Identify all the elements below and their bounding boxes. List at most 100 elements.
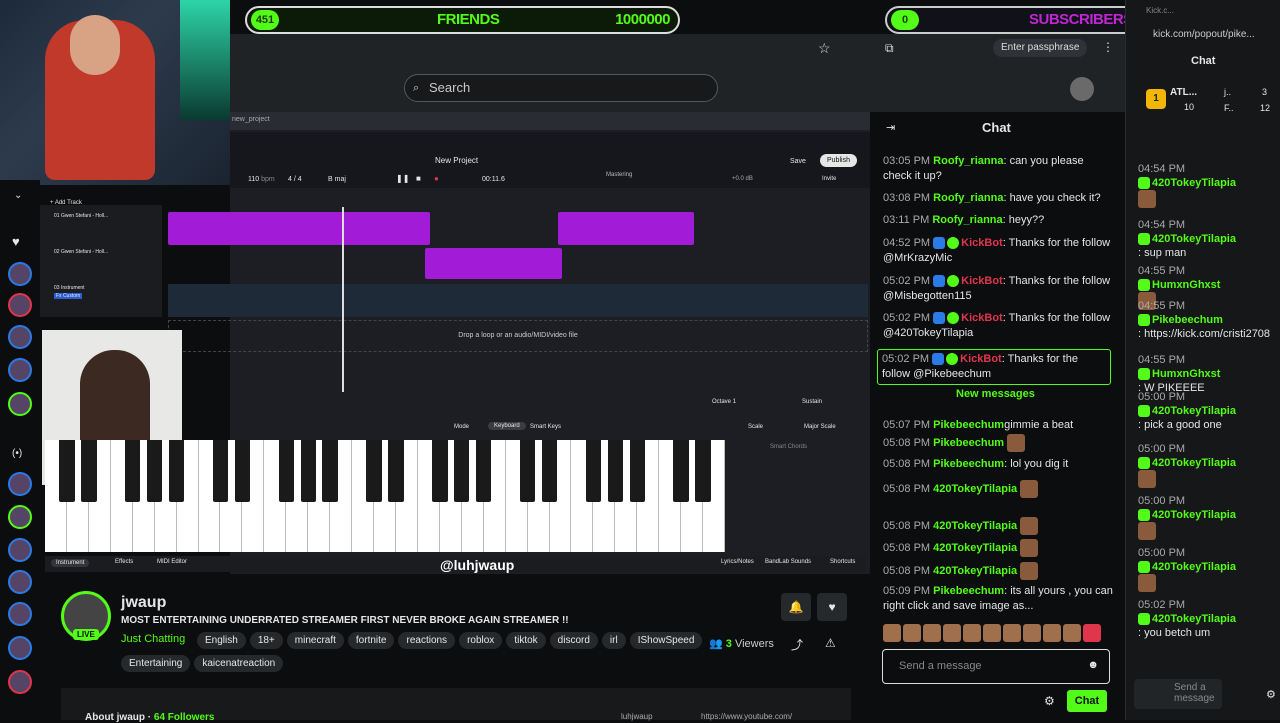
message-username[interactable]: 420TokeyTilapia — [933, 542, 1017, 554]
black-key[interactable] — [432, 440, 448, 502]
message-username[interactable]: Pikebeechum — [933, 585, 1004, 597]
tag-chip[interactable]: reactions — [398, 632, 456, 649]
message-username[interactable]: 420TokeyTilapia — [933, 565, 1017, 577]
track-header-3[interactable]: 03 Instrument — [54, 285, 85, 291]
message-username[interactable]: 420TokeyTilapia — [1152, 457, 1236, 469]
black-key[interactable] — [629, 440, 645, 502]
emote-icon[interactable] — [1003, 624, 1021, 642]
message-username[interactable]: Pikebeechum — [933, 437, 1004, 449]
message-username[interactable]: 420TokeyTilapia — [1152, 561, 1236, 573]
star-icon[interactable]: ☆ — [818, 40, 831, 57]
notify-bell-button[interactable]: 🔔 — [781, 593, 811, 621]
black-key[interactable] — [300, 440, 316, 502]
black-key[interactable] — [322, 440, 338, 502]
black-key[interactable] — [519, 440, 536, 502]
emote-icon[interactable] — [1083, 624, 1101, 642]
black-key[interactable] — [59, 440, 75, 502]
extension-icon[interactable]: ⧉ — [885, 41, 894, 56]
tag-chip[interactable]: tiktok — [506, 632, 546, 649]
chat-send-button[interactable]: Chat — [1067, 690, 1107, 712]
tag-chip[interactable]: minecraft — [286, 632, 344, 649]
black-key[interactable] — [212, 440, 229, 502]
black-key[interactable] — [695, 440, 711, 502]
user-avatar[interactable] — [1070, 77, 1094, 101]
channel-avatar[interactable] — [8, 325, 32, 349]
drop-zone[interactable]: Drop a loop or an audio/MIDI/video file — [168, 320, 868, 352]
invite-button[interactable]: Invite — [822, 176, 836, 182]
emote-icon[interactable] — [1043, 624, 1061, 642]
message-username[interactable]: KickBot — [961, 237, 1003, 249]
tag-chip[interactable]: fortnite — [347, 632, 395, 649]
mastering-label[interactable]: Mastering — [606, 172, 632, 178]
black-key[interactable] — [81, 440, 97, 502]
scale-type[interactable]: Major Scale — [804, 424, 836, 430]
sustain-button[interactable]: Sustain — [802, 399, 822, 405]
message-username[interactable]: Pikebeechum — [933, 458, 1004, 470]
chat-input[interactable]: Send a message ☻ — [882, 649, 1110, 684]
key-selector[interactable]: B maj — [328, 176, 346, 183]
search-input[interactable]: ⌕ Search — [404, 74, 718, 102]
channel-avatar[interactable] — [8, 670, 32, 694]
time-signature[interactable]: 4 / 4 — [288, 176, 302, 183]
tag-chip[interactable]: kaicenatreaction — [194, 655, 284, 672]
black-key[interactable] — [476, 440, 492, 502]
keyboard-mode-tab[interactable]: Keyboard — [488, 422, 526, 430]
playhead[interactable] — [342, 207, 344, 392]
tag-chip[interactable]: IShowSpeed — [629, 632, 703, 649]
audio-clip-3[interactable] — [425, 248, 562, 279]
side-settings-icon[interactable]: ⚙ — [1266, 688, 1276, 701]
audio-clip-1[interactable] — [168, 212, 430, 245]
message-username[interactable]: 420TokeyTilapia — [1152, 509, 1236, 521]
emote-icon[interactable] — [983, 624, 1001, 642]
tab-instrument[interactable]: Instrument — [51, 559, 90, 567]
emote-icon[interactable] — [903, 624, 921, 642]
collapse-chat-icon[interactable]: ⇥ — [886, 121, 895, 134]
tab-effects[interactable]: Effects — [115, 559, 133, 565]
emoji-icon[interactable]: ☻ — [1087, 659, 1099, 671]
tag-chip[interactable]: irl — [601, 632, 626, 649]
message-username[interactable]: Roofy_rianna — [933, 192, 1003, 204]
message-username[interactable]: KickBot — [961, 312, 1003, 324]
channel-avatar[interactable] — [8, 538, 32, 562]
channel-avatar[interactable] — [8, 293, 32, 317]
tab-bandlab-sounds[interactable]: BandLab Sounds — [765, 559, 811, 565]
report-icon[interactable]: ⚠ — [825, 636, 836, 650]
side-chat-input[interactable]: Send a message — [1134, 679, 1222, 709]
message-username[interactable]: HumxnGhxst — [1152, 279, 1220, 291]
collapse-chevron-icon[interactable]: ⌄ — [14, 190, 22, 201]
follow-heart-button[interactable]: ♥ — [817, 593, 847, 621]
black-key[interactable] — [366, 440, 382, 502]
emote-icon[interactable] — [883, 624, 901, 642]
channel-avatar[interactable] — [8, 570, 32, 594]
black-key[interactable] — [278, 440, 294, 502]
black-key[interactable] — [585, 440, 602, 502]
passphrase-button[interactable]: Enter passphrase — [993, 39, 1088, 57]
message-username[interactable]: Roofy_rianna — [933, 155, 1003, 167]
black-key[interactable] — [388, 440, 404, 502]
recommended-icon[interactable]: (•) — [12, 448, 22, 459]
message-username[interactable]: 420TokeyTilapia — [933, 483, 1017, 495]
popout-tab[interactable]: Kick.c... — [1146, 6, 1174, 15]
stop-button[interactable]: ■ — [416, 174, 421, 183]
smart-keys-tab[interactable]: Smart Keys — [530, 424, 561, 430]
message-username[interactable]: KickBot — [961, 275, 1003, 287]
tag-chip[interactable]: roblox — [459, 632, 503, 649]
channel-avatar[interactable] — [8, 636, 32, 660]
black-key[interactable] — [147, 440, 163, 502]
tab-midi-editor[interactable]: MIDI Editor — [157, 559, 187, 565]
tag-chip[interactable]: Entertaining — [121, 655, 191, 672]
message-username[interactable]: KickBot — [960, 353, 1002, 365]
record-button[interactable]: ● — [434, 174, 439, 183]
channel-avatar[interactable] — [8, 358, 32, 382]
heart-icon[interactable]: ♥ — [12, 234, 20, 249]
tag-chip[interactable]: English — [197, 632, 246, 649]
tag-chip[interactable]: 18+ — [249, 632, 283, 649]
black-key[interactable] — [234, 440, 251, 502]
channel-avatar[interactable] — [8, 392, 32, 416]
black-key[interactable] — [607, 440, 623, 502]
audio-clip-2[interactable] — [558, 212, 694, 245]
octave-control[interactable]: Octave 1 — [712, 399, 736, 405]
tab-lyrics[interactable]: Lyrics/Notes — [721, 559, 754, 565]
black-key[interactable] — [454, 440, 470, 502]
message-username[interactable]: 420TokeyTilapia — [1152, 177, 1236, 189]
